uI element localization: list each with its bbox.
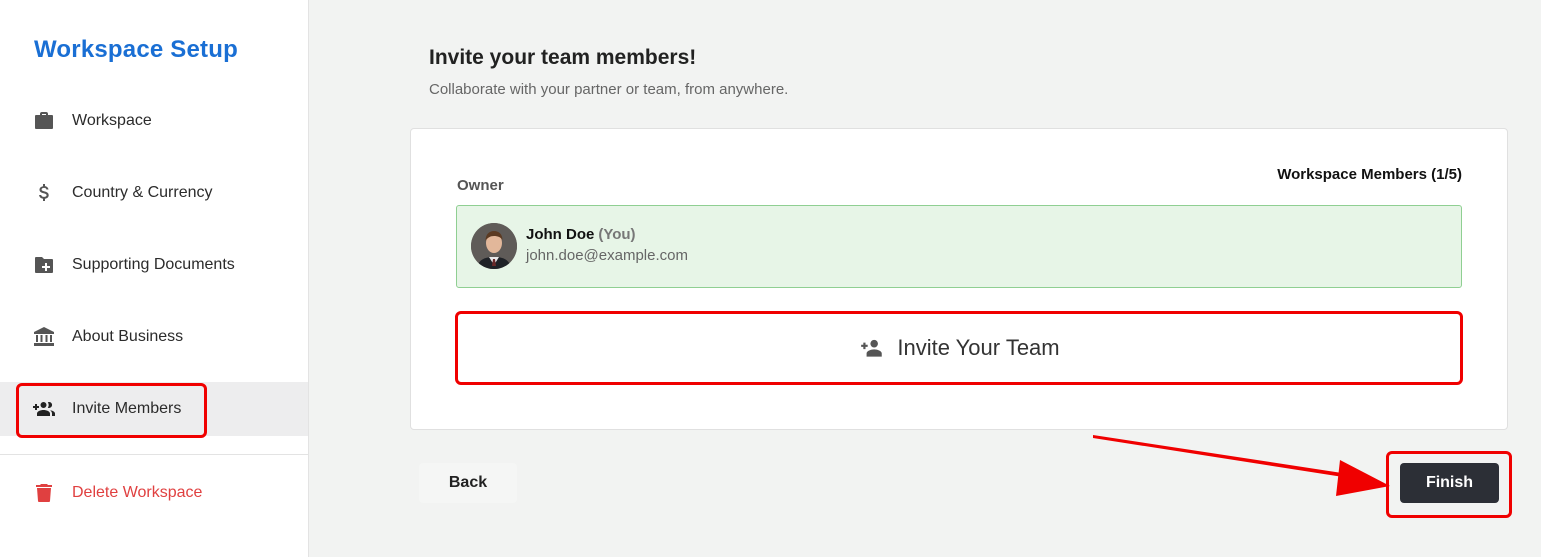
members-count: Workspace Members (1/5) (1277, 166, 1462, 183)
briefcase-icon (32, 109, 56, 133)
sidebar-item-label: Workspace (72, 112, 152, 129)
avatar (471, 223, 517, 269)
back-button[interactable]: Back (419, 463, 517, 503)
trash-icon (32, 481, 56, 505)
folder-add-icon (32, 253, 56, 277)
invite-your-team-button[interactable]: Invite Your Team (457, 313, 1462, 383)
sidebar-item-delete-workspace[interactable]: Delete Workspace (0, 466, 308, 520)
page-subtitle: Collaborate with your partner or team, f… (429, 81, 789, 98)
sidebar: Workspace Setup Workspace Country & Curr… (0, 0, 309, 557)
annotation-arrow (1093, 435, 1390, 496)
sidebar-item-workspace[interactable]: Workspace (0, 94, 308, 148)
sidebar-item-label: Delete Workspace (72, 484, 203, 501)
owner-you-tag: (You) (598, 226, 636, 243)
sidebar-item-country-currency[interactable]: Country & Currency (0, 166, 308, 220)
invite-button-label: Invite Your Team (897, 335, 1060, 360)
group-add-icon (32, 397, 56, 421)
finish-button[interactable]: Finish (1400, 463, 1499, 503)
sidebar-divider (0, 454, 308, 455)
sidebar-item-label: Invite Members (72, 400, 182, 417)
sidebar-item-label: About Business (72, 328, 184, 345)
owner-name-text: John Doe (526, 226, 595, 243)
sidebar-item-about-business[interactable]: About Business (0, 310, 308, 364)
sidebar-item-label: Supporting Documents (72, 256, 235, 273)
sidebar-item-invite-members[interactable]: Invite Members (0, 382, 308, 436)
members-card: Owner Workspace Members (1/5) John Doe (Y… (410, 128, 1508, 430)
owner-label: Owner (457, 177, 504, 194)
person-add-icon (859, 335, 885, 361)
bank-icon (32, 325, 56, 349)
dollar-icon (32, 181, 56, 205)
sidebar-title: Workspace Setup (34, 36, 238, 63)
owner-name: John Doe (You) (526, 226, 636, 243)
sidebar-item-supporting-documents[interactable]: Supporting Documents (0, 238, 308, 292)
sidebar-item-label: Country & Currency (72, 184, 213, 201)
page-title: Invite your team members! (429, 46, 697, 69)
owner-row: John Doe (You) john.doe@example.com (456, 205, 1462, 288)
owner-email: john.doe@example.com (526, 247, 688, 264)
